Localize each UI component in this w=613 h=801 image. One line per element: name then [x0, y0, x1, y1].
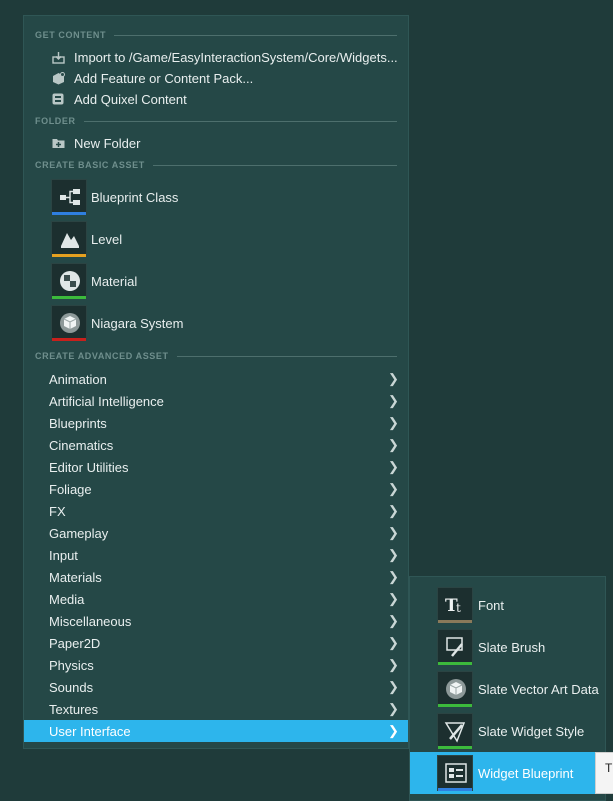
- widget-blueprint-menu-item[interactable]: Widget Blueprint: [410, 752, 595, 794]
- add-feature-pack-menu-item[interactable]: Add Feature or Content Pack...: [24, 67, 408, 89]
- submenu-cinematics[interactable]: Cinematics ❯: [24, 434, 408, 456]
- section-header-create-basic-asset: CREATE BASIC ASSET: [35, 159, 397, 171]
- level-label: Level: [91, 231, 123, 247]
- section-header-get-content: GET CONTENT: [35, 29, 397, 41]
- material-label: Material: [91, 273, 138, 289]
- slate-brush-label: Slate Brush: [478, 639, 546, 655]
- level-menu-item[interactable]: Level: [24, 218, 408, 260]
- chevron-right-icon: ❯: [388, 547, 399, 562]
- submenu-paper2d[interactable]: Paper2D ❯: [24, 632, 408, 654]
- submenu-physics[interactable]: Physics ❯: [24, 654, 408, 676]
- slate-vector-art-data-label: Slate Vector Art Data: [478, 681, 599, 697]
- import-label: Import to /Game/EasyInteractionSystem/Co…: [74, 49, 398, 65]
- niagara-icon: [51, 305, 87, 341]
- slate-vector-icon: [437, 671, 473, 707]
- feature-pack-icon: [51, 71, 65, 85]
- chevron-right-icon: ❯: [388, 525, 399, 540]
- submenu-animation[interactable]: Animation ❯: [24, 368, 408, 390]
- section-divider: [83, 120, 397, 122]
- chevron-right-icon: ❯: [388, 503, 399, 518]
- font-label: Font: [478, 597, 505, 613]
- chevron-right-icon: ❯: [388, 415, 399, 430]
- submenu-input[interactable]: Input ❯: [24, 544, 408, 566]
- tooltip: T: [595, 752, 613, 794]
- section-divider: [152, 164, 397, 166]
- submenu-blueprints[interactable]: Blueprints ❯: [24, 412, 408, 434]
- new-folder-label: New Folder: [74, 135, 141, 151]
- chevron-right-icon: ❯: [388, 481, 399, 496]
- slate-widget-style-label: Slate Widget Style: [478, 723, 585, 739]
- slate-widget-style-icon: [437, 713, 473, 749]
- submenu-artificial-intelligence[interactable]: Artificial Intelligence ❯: [24, 390, 408, 412]
- submenu-media[interactable]: Media ❯: [24, 588, 408, 610]
- chevron-right-icon: ❯: [388, 591, 399, 606]
- niagara-system-menu-item[interactable]: Niagara System: [24, 302, 408, 344]
- slate-brush-icon: [437, 629, 473, 665]
- font-icon: Tt: [437, 587, 473, 623]
- submenu-foliage[interactable]: Foliage ❯: [24, 478, 408, 500]
- submenu-textures[interactable]: Textures ❯: [24, 698, 408, 720]
- submenu-miscellaneous[interactable]: Miscellaneous ❯: [24, 610, 408, 632]
- submenu-sounds[interactable]: Sounds ❯: [24, 676, 408, 698]
- level-icon: [51, 221, 87, 257]
- widget-blueprint-icon: [437, 755, 473, 791]
- new-folder-menu-item[interactable]: New Folder: [24, 132, 408, 154]
- submenu-fx[interactable]: FX ❯: [24, 500, 408, 522]
- section-header-folder: FOLDER: [35, 115, 397, 127]
- user-interface-submenu: Tt Font Slate Brush Slate Vector Art Dat…: [409, 576, 606, 801]
- slate-brush-menu-item[interactable]: Slate Brush: [410, 626, 605, 668]
- slate-vector-art-data-menu-item[interactable]: Slate Vector Art Data: [410, 668, 605, 710]
- chevron-right-icon: ❯: [388, 569, 399, 584]
- slate-widget-style-menu-item[interactable]: Slate Widget Style: [410, 710, 605, 752]
- widget-blueprint-label: Widget Blueprint: [478, 765, 574, 781]
- blueprint-class-menu-item[interactable]: Blueprint Class: [24, 176, 408, 218]
- add-quixel-content-menu-item[interactable]: Add Quixel Content: [24, 88, 408, 110]
- chevron-right-icon: ❯: [388, 679, 399, 694]
- tooltip-text: T: [605, 761, 613, 775]
- add-quixel-content-label: Add Quixel Content: [74, 91, 187, 107]
- asset-color-bar: [52, 338, 86, 341]
- asset-color-bar: [52, 296, 86, 299]
- niagara-system-label: Niagara System: [91, 315, 184, 331]
- asset-color-bar: [438, 704, 472, 707]
- material-menu-item[interactable]: Material: [24, 260, 408, 302]
- section-header-create-advanced-asset: CREATE ADVANCED ASSET: [35, 350, 397, 362]
- material-icon: [51, 263, 87, 299]
- submenu-user-interface[interactable]: User Interface ❯: [24, 720, 408, 742]
- asset-color-bar: [438, 746, 472, 749]
- import-menu-item[interactable]: Import to /Game/EasyInteractionSystem/Co…: [24, 46, 408, 68]
- asset-color-bar: [438, 620, 472, 623]
- add-feature-pack-label: Add Feature or Content Pack...: [74, 70, 254, 86]
- font-menu-item[interactable]: Tt Font: [410, 584, 605, 626]
- chevron-right-icon: ❯: [388, 701, 399, 716]
- asset-color-bar: [438, 788, 472, 791]
- new-folder-icon: [51, 136, 65, 150]
- blueprint-class-icon: [51, 179, 87, 215]
- chevron-right-icon: ❯: [388, 657, 399, 672]
- submenu-editor-utilities[interactable]: Editor Utilities ❯: [24, 456, 408, 478]
- chevron-right-icon: ❯: [388, 723, 399, 738]
- submenu-gameplay[interactable]: Gameplay ❯: [24, 522, 408, 544]
- chevron-right-icon: ❯: [388, 371, 399, 386]
- import-icon: [51, 50, 65, 64]
- asset-color-bar: [52, 212, 86, 215]
- svg-text:t: t: [456, 601, 461, 615]
- quixel-icon: [51, 92, 65, 106]
- blueprint-class-label: Blueprint Class: [91, 189, 179, 205]
- asset-color-bar: [52, 254, 86, 257]
- chevron-right-icon: ❯: [388, 393, 399, 408]
- chevron-right-icon: ❯: [388, 613, 399, 628]
- chevron-right-icon: ❯: [388, 635, 399, 650]
- section-divider: [176, 355, 397, 357]
- chevron-right-icon: ❯: [388, 437, 399, 452]
- asset-color-bar: [438, 662, 472, 665]
- chevron-right-icon: ❯: [388, 459, 399, 474]
- submenu-materials[interactable]: Materials ❯: [24, 566, 408, 588]
- section-divider: [114, 34, 397, 36]
- context-menu: GET CONTENT Import to /Game/EasyInteract…: [23, 15, 409, 749]
